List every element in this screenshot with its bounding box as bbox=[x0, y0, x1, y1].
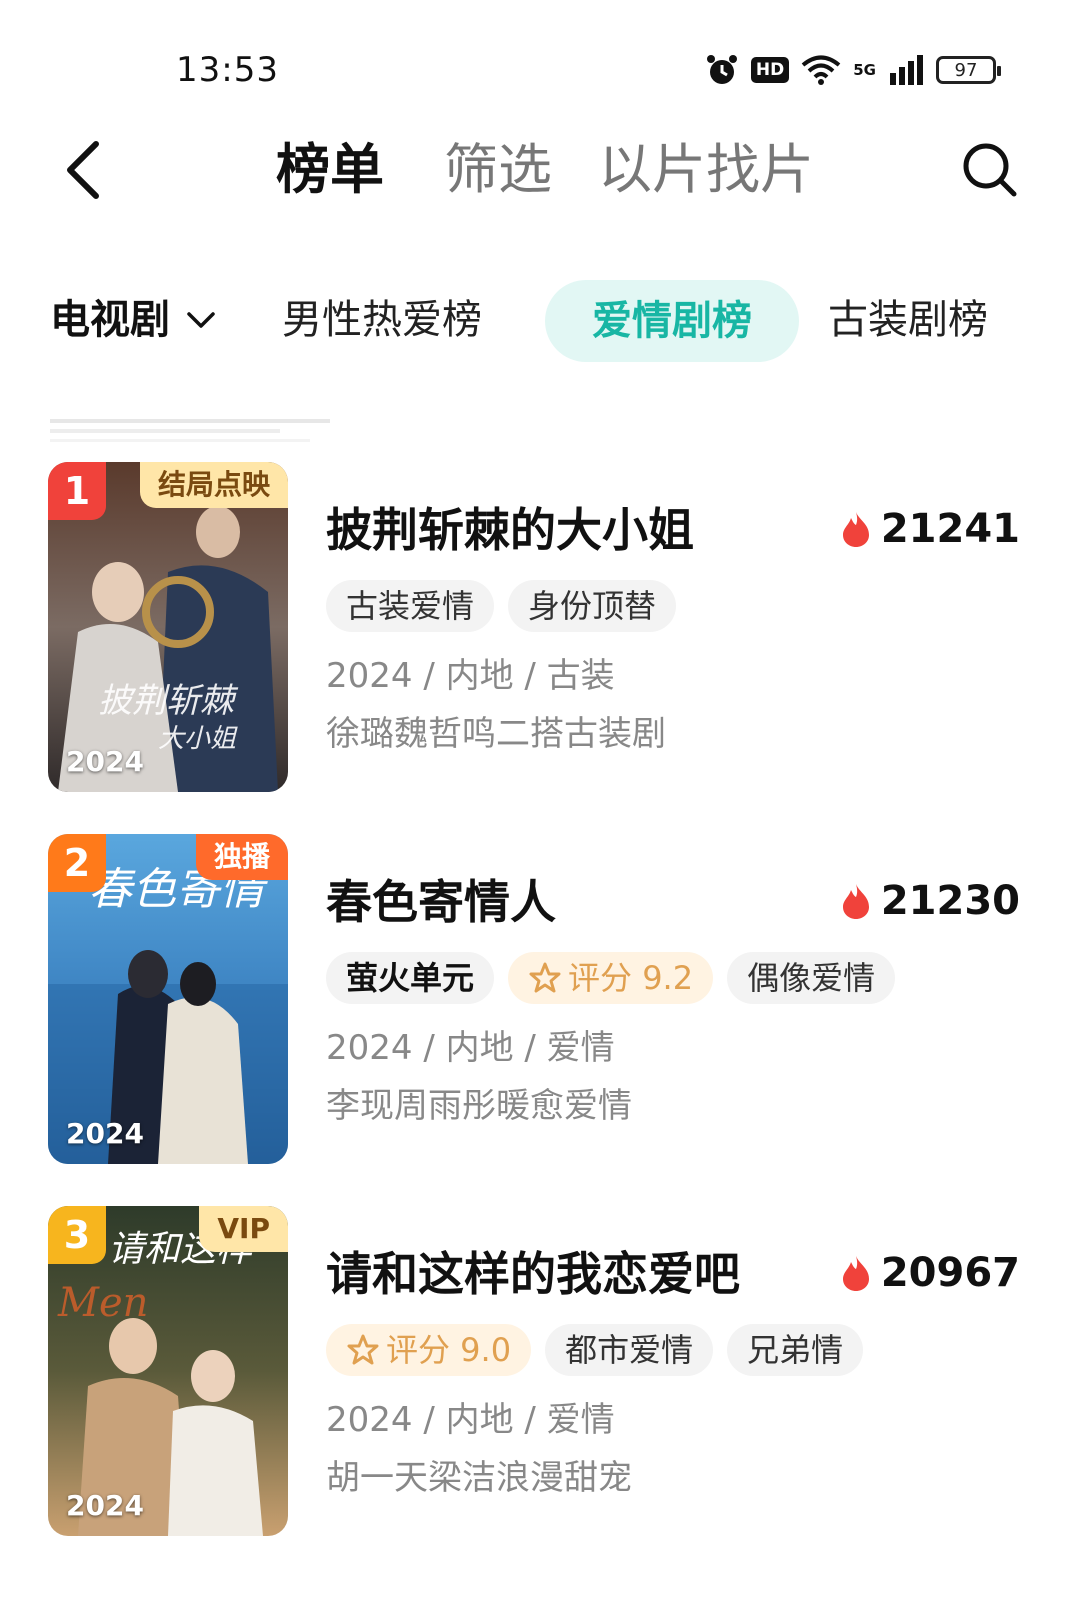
item-meta: 2024 / 内地 / 爱情 bbox=[326, 1028, 615, 1068]
tab-find-by-film[interactable]: 以片找片 bbox=[598, 136, 814, 204]
item-title[interactable]: 请和这样的我恋爱吧 bbox=[326, 1244, 740, 1304]
tab-rankings[interactable]: 榜单 bbox=[276, 136, 384, 204]
poster-year: 2024 bbox=[66, 1489, 144, 1522]
poster-image[interactable]: 披荆斩棘 大小姐 1 结局点映 2024 bbox=[48, 462, 288, 792]
list-item[interactable]: 请和这样 Men 3 VIP 2024 请和这样的我恋爱吧 20967 评分 9… bbox=[0, 1206, 1080, 1536]
tag-list: 古装爱情 身份顶替 bbox=[326, 580, 677, 632]
hd-icon: HD bbox=[750, 57, 790, 83]
tag[interactable]: 兄弟情 bbox=[727, 1324, 864, 1376]
star-icon bbox=[529, 962, 561, 993]
fire-icon bbox=[842, 884, 869, 919]
category-male-favorites[interactable]: 男性热爱榜 bbox=[282, 284, 482, 356]
star-icon bbox=[347, 1334, 379, 1365]
poster-image[interactable]: 请和这样 Men 3 VIP 2024 bbox=[48, 1206, 288, 1536]
heat-value: 21230 bbox=[880, 878, 1020, 924]
search-icon[interactable] bbox=[960, 140, 1020, 200]
signal-icon bbox=[890, 55, 923, 85]
list-item[interactable]: 春色寄情 2 独播 2024 春色寄情人 21230 萤火单元 评分 9.2 偶… bbox=[0, 834, 1080, 1164]
poster-year: 2024 bbox=[66, 1117, 144, 1150]
item-meta: 2024 / 内地 / 古装 bbox=[326, 656, 615, 696]
rank-badge: 3 bbox=[48, 1206, 106, 1264]
item-title[interactable]: 披荆斩棘的大小姐 bbox=[326, 500, 694, 560]
network-type: 5G bbox=[853, 61, 876, 79]
rating-tag[interactable]: 评分 9.0 bbox=[326, 1324, 532, 1376]
tag-list: 评分 9.0 都市爱情 兄弟情 bbox=[326, 1324, 864, 1376]
rating-value: 评分 9.2 bbox=[568, 959, 694, 997]
item-description: 李现周雨彤暖愈爱情 bbox=[326, 1086, 632, 1126]
item-description: 徐璐魏哲鸣二搭古装剧 bbox=[326, 714, 666, 754]
heat-value: 21241 bbox=[880, 506, 1020, 552]
rating-tag[interactable]: 评分 9.2 bbox=[508, 952, 714, 1004]
poster-title-art: 大小姐 bbox=[158, 724, 238, 754]
battery-icon: 97 bbox=[936, 56, 1001, 84]
tag[interactable]: 都市爱情 bbox=[545, 1324, 714, 1376]
status-badge: 独播 bbox=[195, 834, 288, 880]
fire-icon bbox=[842, 512, 869, 547]
status-badge: 结局点映 bbox=[139, 462, 288, 508]
tag-firefly-unit[interactable]: 萤火单元 bbox=[326, 952, 495, 1004]
poster-year: 2024 bbox=[66, 745, 144, 778]
blurred-subheader bbox=[50, 419, 330, 442]
item-description: 胡一天梁洁浪漫甜宠 bbox=[326, 1458, 632, 1498]
wifi-icon bbox=[801, 55, 841, 85]
rating-value: 评分 9.0 bbox=[386, 1331, 512, 1369]
back-icon[interactable] bbox=[58, 138, 110, 202]
item-title[interactable]: 春色寄情人 bbox=[326, 872, 556, 932]
poster-image[interactable]: 春色寄情 2 独播 2024 bbox=[48, 834, 288, 1164]
poster-subtitle-art: Men bbox=[57, 1280, 148, 1326]
heat-score: 21230 bbox=[841, 878, 1020, 924]
status-time: 13:53 bbox=[176, 50, 279, 90]
rank-badge: 2 bbox=[48, 834, 106, 892]
alarm-icon bbox=[706, 55, 737, 84]
category-costume[interactable]: 古装剧榜 bbox=[828, 284, 988, 356]
tag[interactable]: 身份顶替 bbox=[508, 580, 677, 632]
heat-score: 21241 bbox=[841, 506, 1020, 552]
tag[interactable]: 古装爱情 bbox=[326, 580, 495, 632]
battery-level: 97 bbox=[954, 59, 978, 81]
category-dropdown-label: 电视剧 bbox=[50, 297, 170, 343]
poster-title-art: 披荆斩棘 bbox=[98, 681, 239, 721]
heat-score: 20967 bbox=[841, 1250, 1020, 1296]
status-icons: HD 5G 97 bbox=[705, 50, 1001, 90]
item-meta: 2024 / 内地 / 爱情 bbox=[326, 1400, 615, 1440]
category-romance[interactable]: 爱情剧榜 bbox=[545, 280, 799, 362]
vip-badge: VIP bbox=[199, 1206, 288, 1252]
tag[interactable]: 偶像爱情 bbox=[727, 952, 896, 1004]
list-item[interactable]: 披荆斩棘 大小姐 1 结局点映 2024 披荆斩棘的大小姐 21241 古装爱情… bbox=[0, 462, 1080, 792]
rank-badge: 1 bbox=[48, 462, 106, 520]
tag-list: 萤火单元 评分 9.2 偶像爱情 bbox=[326, 952, 896, 1004]
heat-value: 20967 bbox=[880, 1250, 1020, 1296]
chevron-down-icon bbox=[187, 312, 215, 328]
fire-icon bbox=[842, 1256, 869, 1291]
category-dropdown[interactable]: 电视剧 bbox=[50, 284, 216, 356]
tab-filter[interactable]: 筛选 bbox=[444, 136, 552, 204]
